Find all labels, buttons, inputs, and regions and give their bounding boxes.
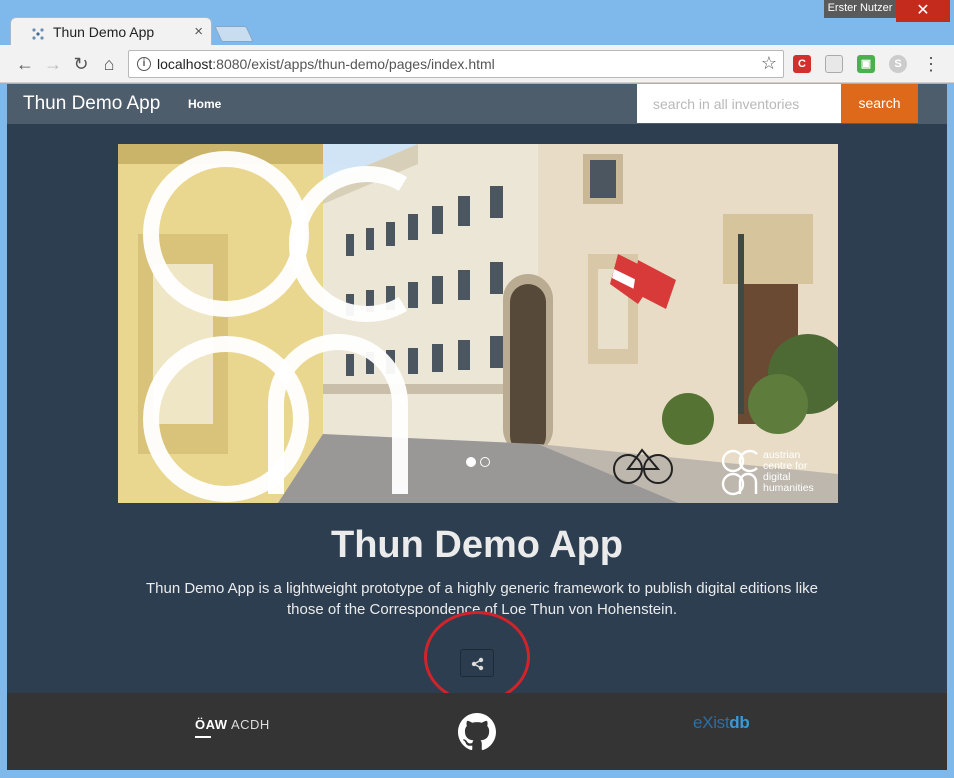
carousel-indicator-2[interactable] bbox=[480, 457, 490, 467]
menu-kebab-icon[interactable]: ⋮ bbox=[920, 53, 942, 75]
web-page: Thun Demo App Home search in all invento… bbox=[7, 84, 947, 770]
window-user-badge[interactable]: Erster Nutzer bbox=[824, 0, 896, 18]
app-favicon-icon bbox=[32, 28, 44, 40]
bookmark-star-icon[interactable]: ☆ bbox=[761, 53, 777, 74]
window-close-icon[interactable]: ✕ bbox=[896, 0, 950, 22]
extension-puzzle-icon[interactable]: ▣ bbox=[857, 55, 875, 73]
svg-text:humanities: humanities bbox=[763, 482, 814, 494]
footer: ÖAW ACDH eXistdb bbox=[7, 693, 947, 770]
info-icon[interactable]: i bbox=[137, 57, 151, 71]
new-tab-button[interactable] bbox=[214, 26, 254, 42]
url-text[interactable]: localhost:8080/exist/apps/thun-demo/page… bbox=[157, 56, 495, 72]
tab-title: Thun Demo App bbox=[53, 24, 155, 40]
forward-arrow-icon[interactable]: → bbox=[42, 53, 64, 75]
tab-close-icon[interactable]: × bbox=[194, 23, 203, 40]
nav-home-link[interactable]: Home bbox=[188, 97, 221, 111]
github-icon[interactable] bbox=[458, 713, 496, 751]
hero-carousel[interactable]: austrian centre for digital humanities bbox=[118, 144, 838, 503]
browser-titlebar: Thun Demo App × Erster Nutzer ✕ bbox=[0, 0, 954, 47]
search-button[interactable]: search bbox=[841, 84, 918, 123]
address-bar[interactable]: i localhost:8080/exist/apps/thun-demo/pa… bbox=[128, 50, 784, 78]
hero-image: austrian centre for digital humanities bbox=[118, 144, 838, 503]
extension-page-icon[interactable] bbox=[825, 55, 843, 73]
oaw-acdh-logo[interactable]: ÖAW ACDH bbox=[195, 717, 270, 732]
oaw-logo-bar bbox=[195, 736, 211, 738]
red-annotation-circle bbox=[424, 611, 530, 703]
browser-tab[interactable]: Thun Demo App × bbox=[10, 17, 212, 47]
extension-skype-icon[interactable]: S bbox=[889, 55, 907, 73]
home-icon[interactable]: ⌂ bbox=[98, 53, 120, 75]
page-title: Thun Demo App bbox=[331, 524, 623, 566]
reload-icon[interactable]: ↻ bbox=[70, 53, 92, 75]
back-arrow-icon[interactable]: ← bbox=[14, 53, 36, 75]
search-input[interactable] bbox=[637, 84, 841, 123]
extension-c-icon[interactable]: C bbox=[793, 55, 811, 73]
existdb-logo[interactable]: eXistdb bbox=[693, 713, 750, 733]
carousel-indicator-1[interactable] bbox=[466, 457, 476, 467]
brand-link[interactable]: Thun Demo App bbox=[23, 93, 160, 115]
top-navbar: Thun Demo App Home search bbox=[7, 84, 947, 124]
browser-toolbar: ← → ↻ ⌂ i localhost:8080/exist/apps/thun… bbox=[0, 45, 954, 83]
